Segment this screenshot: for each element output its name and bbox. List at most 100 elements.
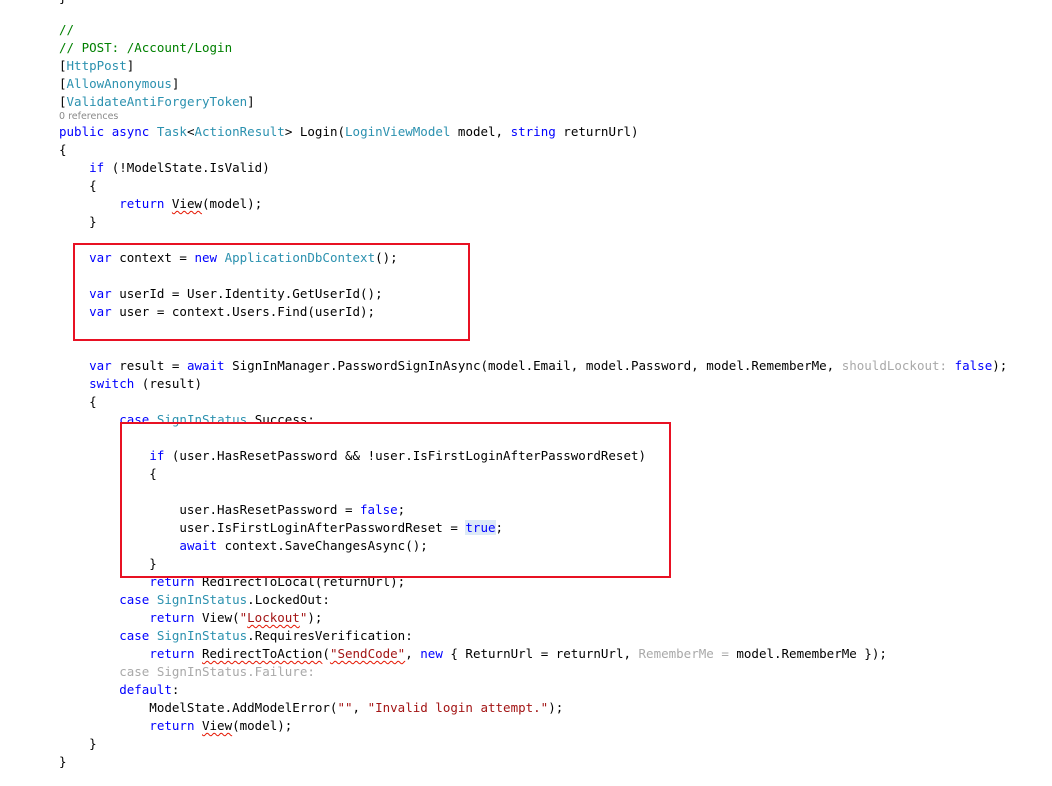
code-token: [: [59, 94, 67, 109]
code-line: }: [59, 213, 97, 231]
code-token: }: [59, 214, 97, 229]
code-token: LoginViewModel: [345, 124, 451, 139]
codelens-references[interactable]: 0 references: [59, 111, 118, 123]
code-token: View(: [194, 610, 240, 625]
code-token: ]: [247, 94, 255, 109]
code-token: "Invalid login attempt.": [367, 700, 549, 715]
code-token: .RequiresVerification:: [247, 628, 413, 643]
code-line: //: [59, 21, 74, 39]
code-token: SignInManager.PasswordSignInAsync(model.…: [224, 358, 842, 373]
code-editor[interactable]: } //// POST: /Account/Login[HttpPost][Al…: [0, 0, 1052, 786]
code-line: case SignInStatus.RequiresVerification:: [59, 627, 413, 645]
code-token: SignInStatus: [156, 628, 248, 643]
code-token: shouldLockout:: [841, 358, 948, 373]
code-line: public async Task<ActionResult> Login(Lo…: [59, 123, 639, 141]
code-token: (!ModelState.IsValid): [104, 160, 270, 175]
highlight-box-password-reset-block: [120, 422, 671, 578]
code-line: if (!ModelState.IsValid): [59, 159, 270, 177]
code-token: "SendCode": [329, 646, 406, 661]
code-token: Task: [156, 124, 187, 139]
highlight-box-context-user: [73, 243, 470, 341]
code-token: case SignInStatus.Failure:: [119, 664, 315, 679]
code-token: false: [954, 358, 993, 373]
code-token: :: [171, 682, 180, 697]
code-token: [: [59, 76, 67, 91]
code-token: {: [59, 394, 97, 409]
code-token: SignInStatus: [156, 592, 248, 607]
code-line: {: [59, 141, 67, 159]
code-token: 0 references: [59, 111, 119, 122]
code-token: "": [337, 700, 353, 715]
code-line: ModelState.AddModelError("", "Invalid lo…: [59, 699, 563, 717]
code-token: (: [322, 646, 330, 661]
code-token: (model);: [202, 196, 263, 211]
code-token: {: [59, 142, 67, 157]
code-token: new: [420, 646, 443, 661]
code-token: case: [119, 628, 150, 643]
code-token: (model);: [232, 718, 293, 733]
code-token: return: [149, 646, 195, 661]
code-token: ,: [405, 646, 421, 661]
code-line: {: [59, 177, 97, 195]
code-token: public: [59, 124, 105, 139]
code-token: RememberMe =: [638, 646, 729, 661]
code-token: return: [119, 196, 165, 211]
code-token: .LockedOut:: [247, 592, 330, 607]
code-token: View: [171, 196, 203, 211]
code-token: ]: [171, 76, 180, 91]
code-line: // POST: /Account/Login: [59, 39, 232, 57]
code-token: );: [307, 610, 323, 625]
code-token: if: [89, 160, 105, 175]
code-token: > Login(: [284, 124, 346, 139]
code-line: case SignInStatus.LockedOut:: [59, 591, 330, 609]
closing-brace-previous-method: }: [59, 0, 67, 5]
code-token: returnUrl): [555, 124, 639, 139]
code-token: [: [59, 58, 67, 73]
code-token: return: [149, 610, 195, 625]
code-token: ValidateAntiForgeryToken: [66, 94, 248, 109]
code-token: case: [119, 592, 150, 607]
code-line: [HttpPost]: [59, 57, 134, 75]
code-line: var result = await SignInManager.Passwor…: [59, 357, 1007, 375]
code-token: );: [992, 358, 1008, 373]
code-token: AllowAnonymous: [66, 76, 172, 91]
code-line: return View("Lockout");: [59, 609, 322, 627]
code-token: default: [119, 682, 172, 697]
code-line: {: [59, 393, 97, 411]
code-line: return RedirectToAction("SendCode", new …: [59, 645, 887, 663]
code-token: View: [202, 718, 233, 733]
code-token: (result): [134, 376, 202, 391]
code-token: ModelState.AddModelError(: [59, 700, 338, 715]
code-token: async: [111, 124, 150, 139]
code-token: ,: [352, 700, 368, 715]
code-line: default:: [59, 681, 179, 699]
code-line: [ValidateAntiForgeryToken]: [59, 93, 255, 111]
code-line: switch (result): [59, 375, 202, 393]
code-line: [AllowAnonymous]: [59, 75, 179, 93]
code-token: RedirectToAction: [202, 646, 323, 661]
code-token: result =: [111, 358, 187, 373]
code-token: switch: [89, 376, 135, 391]
code-line: }: [59, 753, 67, 771]
code-line: return View(model);: [59, 195, 262, 213]
code-token: { ReturnUrl = returnUrl,: [442, 646, 639, 661]
code-token: <: [186, 124, 195, 139]
code-token: model,: [450, 124, 511, 139]
code-line: }: [59, 735, 97, 753]
code-token: }: [59, 736, 97, 751]
